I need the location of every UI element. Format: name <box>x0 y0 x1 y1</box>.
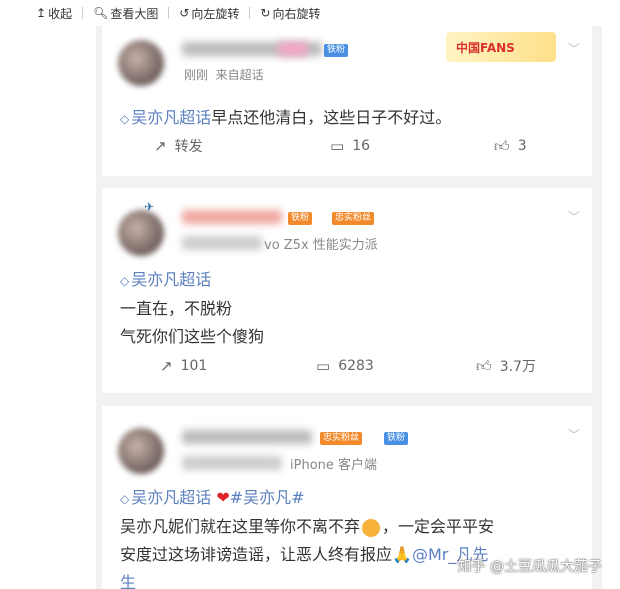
iron-fan-badge: 铁粉 <box>384 432 409 445</box>
supertopic-link[interactable]: 吴亦凡超话 <box>131 488 211 507</box>
watermark: 知乎 @土豆瓜瓜大茄子 <box>457 559 602 575</box>
collapse-label: 收起 <box>48 6 73 21</box>
rotate-left-button[interactable]: ↺ 向左旋转 <box>179 5 239 22</box>
diamond-icon: ◇ <box>120 492 130 506</box>
source-blurred <box>182 456 282 470</box>
thumbs-up-icon: 👍︎ <box>476 356 492 375</box>
post-source: vo Z5x 性能实力派 <box>264 238 378 253</box>
diamond-icon: ◇ <box>120 274 130 288</box>
rotate-right-label: 向右旋转 <box>272 6 321 21</box>
post-line: 安度过这场诽谤造谣，让恶人终有报应 <box>120 545 393 564</box>
post-line: 生 <box>120 573 137 589</box>
loyal-fan-badge: 忠实粉丝 <box>332 212 375 225</box>
supertopic-link[interactable]: 吴亦凡超话 <box>131 270 211 289</box>
repost-button[interactable]: ↗ 转发 <box>154 136 203 156</box>
post-line: 吴亦凡妮们就在这里等你不离不弃 <box>120 517 361 536</box>
username-blurred <box>182 430 312 444</box>
comment-button[interactable]: ▭ 16 <box>330 137 370 155</box>
collapse-button[interactable]: ↥ 收起 <box>36 5 72 22</box>
repost-button[interactable]: ↗ 101 <box>160 357 207 375</box>
repost-count: 101 <box>180 358 208 374</box>
rotate-left-label: 向左旋转 <box>191 6 240 21</box>
comment-count: 6283 <box>338 358 374 374</box>
chevron-down-icon[interactable]: ﹀ <box>568 208 580 225</box>
repost-icon: ↗ <box>154 137 167 155</box>
repost-label: 转发 <box>174 139 203 155</box>
hashtag-link[interactable]: #吴亦凡# <box>230 488 305 507</box>
comment-button[interactable]: ▭ 6283 <box>316 357 374 375</box>
comment-icon: ▭ <box>330 137 345 155</box>
heart-icon: ❤ <box>216 488 230 507</box>
badge-blurred <box>278 42 308 56</box>
rotate-right-icon: ↻ <box>260 6 271 20</box>
rotate-left-icon: ↺ <box>179 6 190 20</box>
thumbs-up-icon: 👍︎ <box>494 136 510 155</box>
post-line: 早点还他清白，这些日子不好过。 <box>211 108 452 127</box>
collapse-up-icon: ↥ <box>36 6 47 20</box>
post-text: ◇ 吴亦凡超话 一直在，不脱粉 气死你们这些个傻狗 <box>120 266 264 351</box>
weibo-post-card: ✈ 铁粉 忠实粉丝 vo Z5x 性能实力派 ﹀ ◇ 吴亦凡超话 一直在，不脱粉 … <box>102 188 592 393</box>
weibo-post-card: 铁粉 刚刚 来自超话 中国FANS ﹀ ◇ 吴亦凡超话早点还他清白，这些日子不好过… <box>102 26 592 176</box>
avatar <box>118 40 164 86</box>
post-line-cont: ，一定会平平安 <box>382 517 495 536</box>
toolbar-divider <box>168 7 170 19</box>
view-large-label: 查看大图 <box>110 6 159 21</box>
toolbar-divider <box>249 7 251 19</box>
like-count: 3 <box>517 138 527 154</box>
avatar <box>118 428 164 474</box>
screenshot-image: 铁粉 刚刚 来自超话 中国FANS ﹀ ◇ 吴亦凡超话早点还他清白，这些日子不好过… <box>96 26 602 589</box>
post-source: iPhone 客户端 <box>290 458 378 473</box>
chevron-down-icon[interactable]: ﹀ <box>568 40 580 57</box>
post-text: ◇ 吴亦凡超话 ❤#吴亦凡# 吴亦凡妮们就在这里等你不离不弃 ，一定会平平安 安度过… <box>120 484 494 589</box>
emoji-icon <box>362 518 381 537</box>
like-button[interactable]: 👍︎ 3 <box>494 137 527 156</box>
magnifier-icon: 🔍︎ <box>93 6 109 20</box>
rotate-right-button[interactable]: ↻ 向右旋转 <box>260 5 320 22</box>
source-blurred <box>182 236 262 250</box>
iron-fan-badge: 铁粉 <box>324 44 349 57</box>
pray-emoji-icon: 🙏 <box>392 545 412 564</box>
post-line: 一直在，不脱粉 <box>120 299 233 318</box>
diamond-icon: ◇ <box>120 112 130 126</box>
post-text: ◇ 吴亦凡超话早点还他清白，这些日子不好过。 <box>120 104 451 133</box>
chevron-down-icon[interactable]: ﹀ <box>568 426 580 443</box>
post-source: 来自超话 <box>215 68 264 82</box>
iron-fan-badge: 铁粉 <box>288 212 313 225</box>
supertopic-link[interactable]: 吴亦凡超话 <box>131 108 211 127</box>
post-line: 气死你们这些个傻狗 <box>120 327 265 346</box>
repost-icon: ↗ <box>160 357 173 375</box>
post-meta: 刚刚 来自超话 <box>184 66 264 83</box>
toolbar-divider <box>82 7 84 19</box>
username-blurred <box>182 210 282 224</box>
comment-count: 16 <box>352 138 371 154</box>
loyal-fan-badge: 忠实粉丝 <box>320 432 363 445</box>
comment-icon: ▭ <box>316 357 331 375</box>
post-time: 刚刚 <box>184 68 209 82</box>
image-viewer-toolbar: ↥ 收起 🔍︎ 查看大图 ↺ 向左旋转 ↻ 向右旋转 <box>0 0 620 26</box>
like-button[interactable]: 👍︎ 3.7万 <box>476 356 536 376</box>
fans-badge: 中国FANS <box>446 32 556 62</box>
view-large-button[interactable]: 🔍︎ 查看大图 <box>93 5 158 22</box>
avatar <box>118 210 164 256</box>
like-count: 3.7万 <box>499 359 536 375</box>
